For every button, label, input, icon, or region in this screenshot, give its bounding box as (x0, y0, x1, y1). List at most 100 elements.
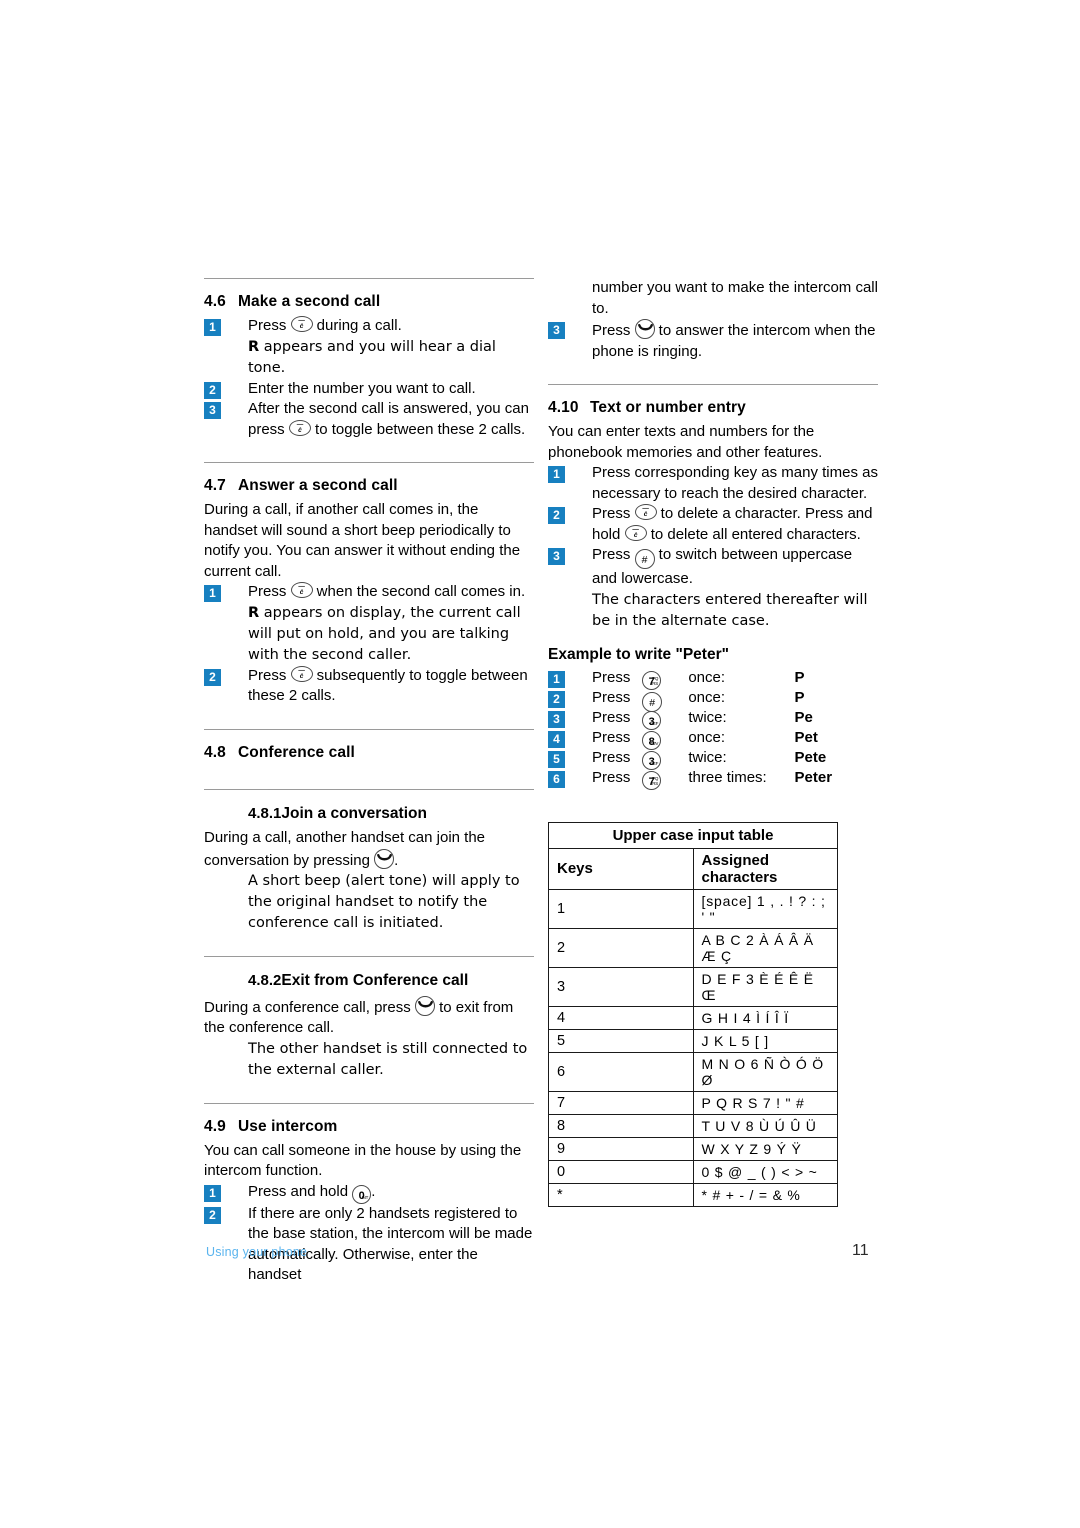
step-number: 6 (548, 770, 565, 788)
peter-example-list: 1 Press 7 PQ RS once: P 2 Press # once: P … (548, 668, 878, 790)
section-title: Use intercom (238, 1117, 338, 1135)
press-label: Press (592, 768, 631, 786)
step-number: 3 (548, 710, 565, 728)
step-number: 2 (204, 381, 221, 399)
section-intro-4-7: During a call, if another call comes in,… (204, 501, 521, 580)
cell-chars: W X Y Z 9 Ý Ÿ (692, 1136, 838, 1161)
cell-key: 4 (548, 1005, 694, 1030)
cell-key: 6 (548, 1051, 694, 1092)
step-number: 1 (548, 466, 565, 483)
press-label: Press (592, 688, 631, 706)
example-heading: Example to write "Peter" (548, 645, 729, 663)
cell-key: 1 (548, 888, 694, 929)
press-label: Press (592, 728, 631, 746)
talk-key-icon (634, 319, 655, 339)
section-number: 4.9 (204, 1117, 226, 1135)
table-body: 1 [space] 1 , . ! ? : ; ' " 2A B C 2 À Á … (548, 888, 838, 1207)
key-slot: 7 PQ RS (642, 768, 684, 790)
times-label: once: (688, 728, 726, 746)
section-divider (204, 462, 534, 463)
table-row: * * # + - / = & % (548, 1182, 838, 1207)
step-number: 2 (204, 1206, 221, 1224)
section-title: Answer a second call (238, 477, 398, 494)
list-item: 3 Press 3 DEF twice: Pe (548, 708, 878, 730)
continued-text: number you want to make the intercom cal… (592, 279, 878, 317)
section-title: Join a conversation (281, 804, 427, 822)
section-number: 4.8 (204, 743, 226, 761)
column-header-characters: Assigned characters (692, 847, 838, 890)
recall-key-icon: — ĉ (290, 665, 313, 682)
step-list-4-7-cont: 2 Press — ĉ subsequently to toggle betwee… (204, 665, 534, 707)
cell-key: 7 (548, 1090, 694, 1115)
cell-chars: P Q R S 7 ! " # (692, 1090, 838, 1115)
cell-key: 3 (548, 966, 694, 1007)
recall-key-icon: — ĉ (288, 419, 311, 436)
talk-key-icon (374, 848, 395, 869)
press-label: Press (592, 668, 631, 686)
step-number: 1 (204, 585, 221, 602)
section-heading-4-8-2: 4.8.2Exit from Conference call (204, 971, 534, 992)
step-number: 1 (548, 670, 565, 688)
press-label: Press (592, 748, 631, 766)
list-item: 2 Press — ĉ to delete a character. Press … (548, 504, 878, 545)
list-item: 6 Press 7 PQ RS three times: Peter (548, 768, 878, 790)
step-text: Press corresponding key as many times as… (592, 464, 878, 502)
step-number: 3 (548, 322, 565, 339)
cell-chars: J K L 5 [ ] (692, 1028, 838, 1053)
key-7-icon: 7 PQ RS (642, 770, 662, 790)
recall-key-icon: — ĉ (634, 504, 657, 520)
list-item: 1 Press 7 PQ RS once: P (548, 668, 878, 690)
step-list-4-7: 1 Press — ĉ when the second call comes in… (204, 582, 534, 603)
list-item: 4 Press 8 TUV once: Pet (548, 728, 878, 750)
step-number: 1 (204, 1184, 221, 1202)
table-row: 5J K L 5 [ ] (548, 1028, 838, 1053)
section-divider (204, 788, 534, 790)
step-number: 5 (548, 750, 565, 768)
list-item: 2 Enter the number you want to call. (204, 379, 534, 400)
note-4-6: R appears and you will hear a dial tone. (248, 338, 496, 376)
result-text: P (794, 688, 805, 706)
times-label: twice: (688, 708, 727, 726)
cell-chars: G H I 4 Ì Í Î Ï (692, 1005, 838, 1030)
cell-chars: T U V 8 Ù Ú Û Ü (692, 1113, 838, 1138)
step-list-4-6-cont: 2 Enter the number you want to call. 3 Aft… (204, 379, 534, 441)
section-number: 4.8.1 (248, 804, 282, 822)
section-heading-4-8-1: 4.8.1Join a conversation (204, 804, 534, 825)
table-title: Upper case input table (548, 821, 838, 849)
table-row: Keys Assigned characters (548, 847, 838, 890)
section-title: Make a second call (238, 293, 381, 310)
note-4-10: The characters entered thereafter will b… (592, 591, 868, 629)
section-divider (204, 956, 534, 957)
note-4-8-2: The other handset is still connected to … (248, 1040, 528, 1078)
times-label: once: (688, 688, 726, 706)
cell-chars: 0 $ @ _ ( ) < > ~ (692, 1159, 838, 1184)
step-number: 3 (204, 402, 221, 419)
times-label: twice: (688, 748, 727, 766)
section-heading-4-8: 4.8 Conference call (204, 744, 534, 762)
step-list-4-10: 1 Press corresponding key as many times a… (548, 463, 878, 590)
section-intro-4-8-1: During a call, another handset can join … (204, 829, 486, 869)
section-heading-4-9: 4.9 Use intercom (204, 1118, 534, 1136)
cell-chars: [space] 1 , . ! ? : ; ' " (692, 888, 838, 929)
section-title: Exit from Conference call (281, 972, 469, 989)
table-row: 6M N O 6 Ñ Ò Ó Ö Ø (548, 1051, 838, 1092)
table-row: 9W X Y Z 9 Ý Ÿ (548, 1136, 838, 1161)
cell-key: * (548, 1182, 694, 1207)
upper-case-input-table: Upper case input table Keys Assigned cha… (548, 821, 838, 1207)
key-slot: 3 DEF (642, 748, 684, 770)
step-list-continued: 3 Press to answer the intercom when the p… (548, 319, 878, 362)
footer-section-label: Using your phone (206, 1245, 308, 1259)
step-number: 1 (204, 319, 221, 336)
list-item: 3 Press # to switch between uppercase and… (548, 545, 878, 590)
cell-key: 8 (548, 1113, 694, 1138)
cell-chars: D E F 3 È É Ê Ë Œ (692, 966, 838, 1007)
recall-key-icon: — ĉ (624, 524, 647, 541)
cell-key: 0 (548, 1159, 694, 1184)
cell-key: 5 (548, 1028, 694, 1053)
section-heading-4-6: 4.6 Make a second call (204, 293, 534, 311)
step-text: If there are only 2 handsets registered … (248, 1204, 533, 1284)
recall-key-icon: — ĉ (290, 316, 313, 332)
recall-key-icon: — ĉ (290, 582, 313, 598)
hash-key-icon: # (634, 549, 655, 569)
result-text: Peter (794, 768, 833, 786)
